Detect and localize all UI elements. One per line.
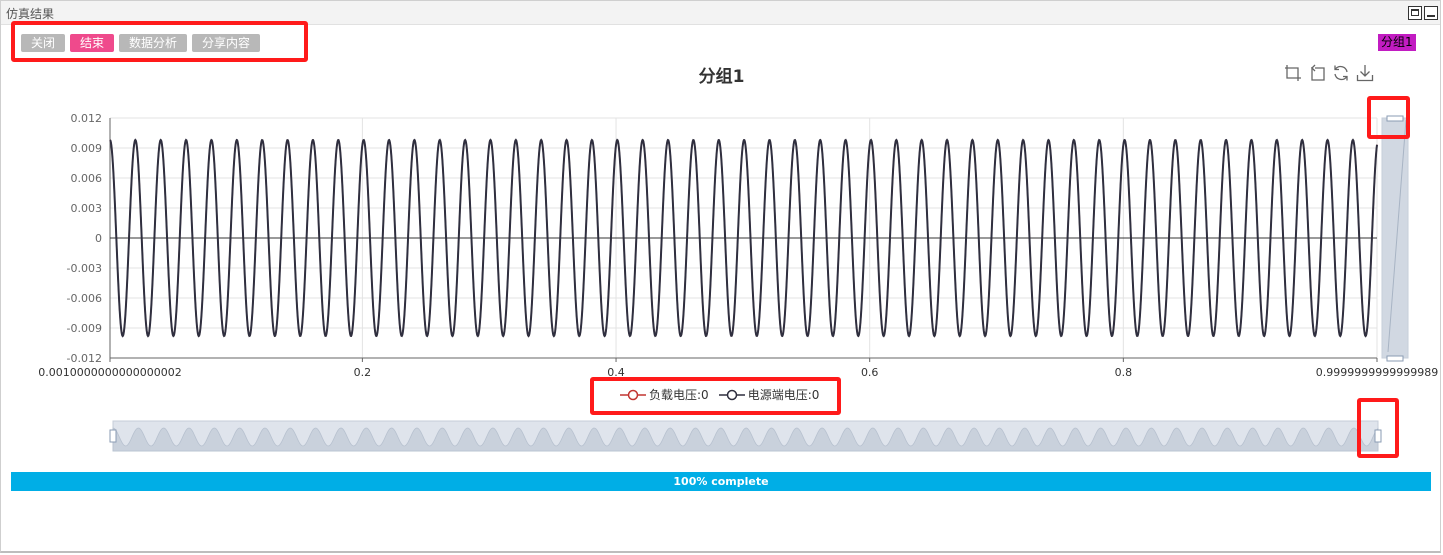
progress-bar: 100% complete <box>11 472 1431 491</box>
vzoom-handle-top <box>1386 115 1404 122</box>
y-tick-label: 0.003 <box>71 202 103 215</box>
y-tick-label: -0.003 <box>67 262 102 275</box>
legend-label: 电源端电压:0 <box>747 388 820 402</box>
progress-label: 100% complete <box>673 475 769 488</box>
vzoom-handle-bottom <box>1386 355 1404 362</box>
vertical-data-zoom[interactable] <box>1381 115 1409 362</box>
y-axis: 0.012 0.009 0.006 0.003 0 -0.003 -0.006 -0.009 -… <box>67 112 102 365</box>
hzoom-handle-right <box>1374 429 1382 443</box>
y-tick-label: -0.012 <box>67 352 102 365</box>
legend-item-load-voltage[interactable]: 负载电压:0 <box>620 386 709 403</box>
x-tick-label: 0.8 <box>1115 366 1133 379</box>
legend-marker-circle-icon <box>718 389 745 400</box>
hzoom-handle-left <box>109 429 117 443</box>
x-tick-label: 0.6 <box>861 366 879 379</box>
horizontal-data-zoom[interactable] <box>109 420 1382 452</box>
y-tick-label: 0.006 <box>71 172 103 185</box>
y-tick-label: -0.009 <box>67 322 102 335</box>
legend-marker-circle-icon <box>620 389 646 400</box>
legend-item-source-voltage[interactable]: 电源端电压:0 <box>718 386 820 403</box>
x-tick-label: 0.9999999999999989 <box>1316 366 1438 379</box>
y-tick-label: 0.009 <box>71 142 103 155</box>
y-tick-label: 0.012 <box>71 112 103 125</box>
y-tick-label: -0.006 <box>67 292 102 305</box>
x-tick-label: 0.2 <box>354 366 372 379</box>
x-tick-label: 0.4 <box>607 366 625 379</box>
vzoom-window <box>1382 118 1408 358</box>
legend-label: 负载电压:0 <box>649 388 709 402</box>
y-tick-label: 0 <box>95 232 102 245</box>
chart-legend: 负载电压:0 电源端电压:0 <box>620 386 819 403</box>
x-tick-label: 0.0010000000000000002 <box>38 366 181 379</box>
